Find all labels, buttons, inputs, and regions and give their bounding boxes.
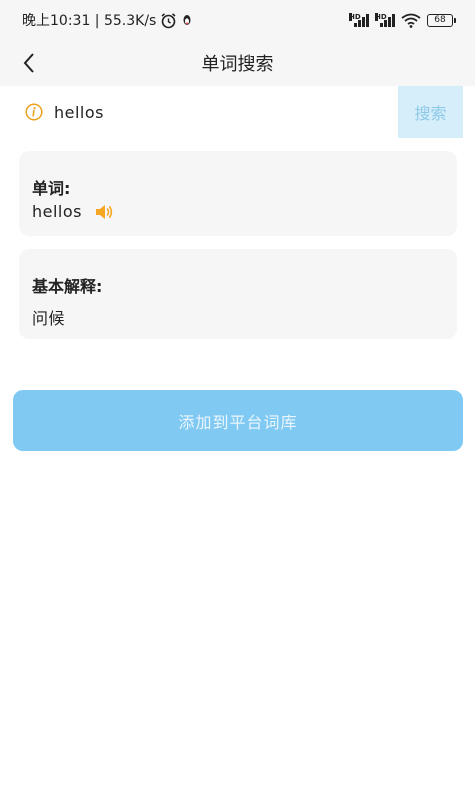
meaning-card: 基本解释: 问候 <box>19 249 457 339</box>
wifi-icon <box>401 13 421 28</box>
status-time-speed: 晚上10:31 | 55.3K/s <box>22 13 157 29</box>
search-row: 搜索 <box>0 86 475 138</box>
signal-icon-2: HD <box>375 13 395 27</box>
status-right: HD HD 68 <box>349 13 456 28</box>
search-input[interactable] <box>54 98 384 126</box>
battery-level: 68 <box>434 15 446 25</box>
word-value: hellos <box>32 202 82 221</box>
word-line: hellos <box>32 202 114 221</box>
meaning-value: 问候 <box>32 309 66 328</box>
speaker-icon[interactable] <box>94 203 114 221</box>
add-to-library-button[interactable]: 添加到平台词库 <box>13 390 463 451</box>
page-title: 单词搜索 <box>201 54 274 75</box>
back-button[interactable] <box>12 46 46 80</box>
penguin-icon <box>183 15 191 25</box>
word-card: 单词: hellos <box>19 151 457 236</box>
status-bar: 晚上10:31 | 55.3K/s HD HD 68 <box>0 0 475 40</box>
alarm-icon <box>161 12 176 28</box>
word-label: 单词: <box>32 179 71 198</box>
status-left: 晚上10:31 | 55.3K/s <box>22 10 193 30</box>
nav-bar: 单词搜索 <box>0 40 475 86</box>
signal-icon: HD <box>349 13 369 27</box>
battery-icon: 68 <box>427 13 456 27</box>
info-icon <box>25 103 43 121</box>
chevron-left-icon <box>23 53 34 73</box>
search-button[interactable]: 搜索 <box>398 86 463 138</box>
meaning-label: 基本解释: <box>32 277 103 296</box>
